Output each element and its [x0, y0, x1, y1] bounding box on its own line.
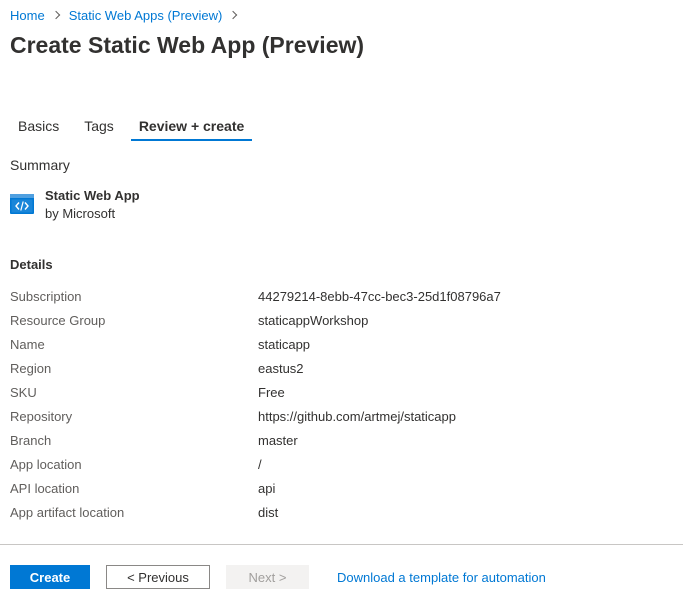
tab-review-create[interactable]: Review + create: [130, 114, 253, 144]
breadcrumb: Home Static Web Apps (Preview): [10, 6, 246, 24]
product-summary: Static Web App by Microsoft: [10, 187, 140, 223]
detail-label: Name: [10, 336, 45, 352]
breadcrumb-static-web-apps-link[interactable]: Static Web Apps (Preview): [69, 8, 223, 23]
detail-value: 44279214-8ebb-47cc-bec3-25d1f08796a7: [258, 288, 501, 304]
detail-label: Resource Group: [10, 312, 106, 328]
detail-value: master: [258, 432, 298, 448]
detail-row-app-location: App location /: [10, 452, 670, 476]
download-template-link[interactable]: Download a template for automation: [337, 570, 546, 585]
detail-label: Branch: [10, 432, 52, 448]
detail-row-resource-group: Resource Group staticappWorkshop: [10, 308, 670, 332]
detail-label: Subscription: [10, 288, 82, 304]
detail-label: App artifact location: [10, 504, 125, 520]
detail-label: App location: [10, 456, 82, 472]
detail-value: staticapp: [258, 336, 311, 352]
details-table: Subscription 44279214-8ebb-47cc-bec3-25d…: [10, 284, 670, 524]
tab-tags[interactable]: Tags: [76, 114, 122, 144]
detail-label: API location: [10, 480, 80, 496]
previous-button[interactable]: < Previous: [106, 565, 210, 589]
breadcrumb-home-link[interactable]: Home: [10, 8, 45, 23]
chevron-right-icon: [51, 10, 60, 20]
footer-divider: [0, 544, 683, 545]
product-publisher: by Microsoft: [45, 206, 116, 221]
page-title: Create Static Web App (Preview): [10, 32, 365, 58]
detail-row-sku: SKU Free: [10, 380, 670, 404]
detail-row-subscription: Subscription 44279214-8ebb-47cc-bec3-25d…: [10, 284, 670, 308]
detail-value: Free: [258, 384, 285, 400]
detail-value: /: [258, 456, 262, 472]
static-web-app-icon: [10, 194, 34, 214]
product-name: Static Web App: [45, 188, 140, 203]
detail-row-branch: Branch master: [10, 428, 670, 452]
detail-row-repository: Repository https://github.com/artmej/sta…: [10, 404, 670, 428]
product-text: Static Web App by Microsoft: [45, 187, 140, 223]
summary-heading: Summary: [10, 157, 70, 173]
detail-value: eastus2: [258, 360, 304, 376]
detail-value: dist: [258, 504, 279, 520]
detail-value: api: [258, 480, 276, 496]
details-heading: Details: [10, 257, 53, 272]
detail-row-region: Region eastus2: [10, 356, 670, 380]
detail-row-app-artifact-location: App artifact location dist: [10, 500, 670, 524]
detail-row-name: Name staticapp: [10, 332, 670, 356]
footer-actions: Create < Previous Next > Download a temp…: [10, 565, 546, 589]
tab-bar: Basics Tags Review + create: [10, 114, 261, 144]
detail-label: SKU: [10, 384, 37, 400]
detail-value: staticappWorkshop: [258, 312, 369, 328]
next-button: Next >: [226, 565, 309, 589]
tab-basics[interactable]: Basics: [10, 114, 67, 144]
create-button[interactable]: Create: [10, 565, 90, 589]
chevron-right-icon: [229, 10, 238, 20]
detail-row-api-location: API location api: [10, 476, 670, 500]
detail-label: Region: [10, 360, 52, 376]
detail-value: https://github.com/artmej/staticapp: [258, 408, 456, 424]
detail-label: Repository: [10, 408, 73, 424]
